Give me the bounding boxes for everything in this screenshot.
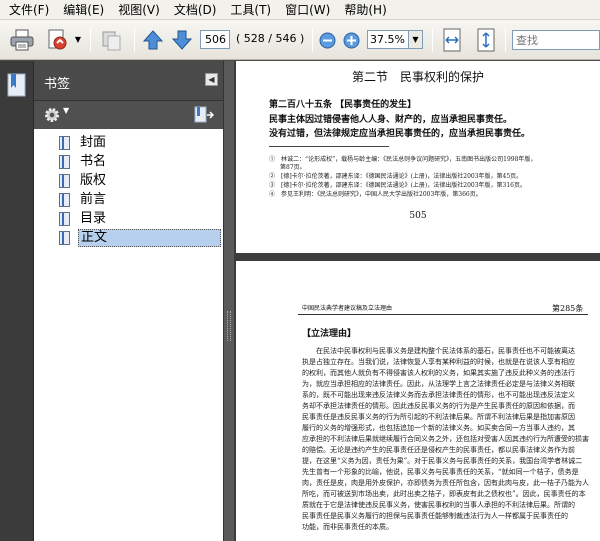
panel-splitter[interactable] (223, 61, 234, 541)
bookmark-label: 封面 (80, 135, 107, 150)
menu-window[interactable]: 窗口(W) (278, 0, 337, 20)
gear-icon[interactable] (44, 107, 60, 123)
subheading: 【立法理由】 (302, 329, 357, 339)
menu-help[interactable]: 帮助(H) (337, 0, 393, 20)
bookmark-icon (59, 155, 70, 169)
footnote: ③ [德]卡尔·拉伦茨著，邵建东译：《德国民法通论》(上册)，法律出版社2003… (269, 182, 526, 189)
document-page: 第二节 民事权利的保护 第二百八十五条 【民事责任的发生】 民事主体因过错侵害他… (236, 61, 600, 253)
fit-page-icon[interactable] (474, 27, 498, 53)
next-page-icon[interactable] (170, 28, 194, 52)
running-header: 中国民法典学者建议稿及立法理由 (302, 305, 393, 312)
previous-page-icon[interactable] (141, 28, 165, 52)
body-line: 民事责任是违反民事义务的行为所引起的不利法律后果。所谓不利法律后果是指加害原因 (302, 413, 575, 421)
body-line: 功能，而非民事责任的本质。 (302, 523, 393, 531)
bookmark-item-selected[interactable]: 正文 (59, 229, 221, 247)
print-icon[interactable] (8, 26, 36, 54)
bookmark-item[interactable]: 目录 (59, 210, 221, 228)
bookmark-label: 书名 (80, 154, 107, 169)
bookmark-icon (59, 174, 70, 188)
bookmark-item[interactable]: 前言 (59, 191, 221, 209)
section-title: 第二节 民事权利的保护 (351, 70, 484, 84)
search-input[interactable] (512, 30, 600, 50)
menu-document[interactable]: 文档(D) (167, 0, 224, 20)
bookmark-item[interactable]: 封面 (59, 134, 221, 152)
body-line: 的权利，而其他人就负有不得侵害该人权利的义务，如果其实施了违反此种义务的违法行 (302, 369, 575, 377)
bookmark-label: 正文 (78, 229, 221, 247)
page-number-input[interactable] (200, 30, 230, 49)
body-line: 履行的义务的增强形式，也包括追加一个新的法律义务。如买卖合同一方当事人违约，其 (302, 424, 575, 432)
body-line: 系的，既不可能出现来违反法律义务而去承担法律责任的情形，也不可能出现违反法定义 (302, 391, 575, 399)
zoom-level-input[interactable] (367, 30, 409, 49)
footnote: ① 林诚二：“论形成权”，载杨与龄主编：《民法总则争议问题研究》，五南图书出版公… (269, 156, 537, 163)
body-line: 民事责任是民事义务履行的担保与民事责任能够制裁违法行为人一样都属于民事责任的 (302, 512, 568, 520)
menu-tools[interactable]: 工具(T) (223, 0, 278, 20)
zoom-out-icon[interactable] (318, 31, 336, 49)
body-line: 的赔偿。无论是违约产生的民事责任还是侵权产生的民事责任，都以民事法律义务作为前 (302, 446, 575, 454)
bookmark-list: 封面 书名 版权 前言 目录 正文 (34, 129, 223, 541)
toolbar-separator (90, 28, 91, 52)
panel-header: 书签 ◀ (34, 61, 223, 101)
bookmark-icon (59, 212, 70, 226)
collaborate-icon[interactable] (98, 26, 126, 54)
article-number: 第285条 (552, 304, 584, 313)
document-page: 中国民法典学者建议稿及立法理由 第285条 【立法理由】 在民法中民事权利与民事… (236, 261, 600, 541)
bookmark-label: 版权 (80, 173, 107, 188)
splitter-grip[interactable] (227, 311, 231, 341)
page-count: ( 528 / 546 ) (236, 32, 305, 45)
footnote: ② [德]卡尔·拉伦茨著，邵建东译：《德国民法通论》(上册)，法律出版社2003… (269, 173, 523, 180)
bookmark-icon (59, 193, 70, 207)
bookmark-icon (59, 136, 70, 150)
zoom-in-icon[interactable] (342, 31, 360, 49)
article-heading: 第二百八十五条 【民事责任的发生】 (269, 100, 417, 110)
toolbar-separator (432, 28, 433, 52)
footnote: 第87页。 (280, 164, 306, 171)
toolbar-separator (505, 28, 506, 52)
bookmarks-panel: 书签 ◀ ▼ 封面 书名 版权 前言 目录 正文 (34, 61, 223, 541)
bookmarks-panel-icon[interactable] (7, 73, 27, 97)
panel-title: 书签 (44, 77, 71, 92)
body-line: 质就在于它是法律使违反民事义务，使害民事权利的当事人承担的不利法律后果。所谓的 (302, 501, 575, 509)
bookmark-icon (59, 231, 70, 245)
body-line: 提，在这里“义务为因，责任为果”。对于民事义务与民事责任的关系，我国台湾学者林诚… (302, 457, 583, 465)
menu-edit[interactable]: 编辑(E) (56, 0, 111, 20)
body-line: 所吃，而可被送到市场出卖，此时出卖之桔子，即表皮有此之债权也”。因此，民事责任的… (302, 490, 586, 498)
body-line: 应承担的不利法律后果就继续履行合同义务之外，还包括对受害人因其违约行为所遭受的损… (302, 435, 589, 443)
expand-bookmark-icon[interactable] (194, 106, 215, 124)
article-text: 民事主体因过错侵害他人人身、财产的，应当承担民事责任。 (269, 115, 513, 125)
fit-width-icon[interactable] (440, 27, 464, 53)
menu-file[interactable]: 文件(F) (2, 0, 56, 20)
body-line: 先生曾有一个形象的比喻，他说，民事义务与民事责任的关系，“就如同一个桔子，债务是 (302, 468, 579, 476)
body-line: 务却不承担法律责任的情形。因此违反民事义务的行为是产生民事责任的原因和依据，而 (302, 402, 575, 410)
toolbar-separator (312, 28, 313, 52)
chevron-down-icon[interactable]: ▼ (73, 32, 83, 46)
document-view[interactable]: 第二节 民事权利的保护 第二百八十五条 【民事责任的发生】 民事主体因过错侵害他… (234, 61, 600, 541)
navigation-strip (0, 61, 34, 541)
chevron-down-icon[interactable]: ▼ (409, 30, 423, 49)
bookmark-label: 目录 (80, 211, 107, 226)
toolbar: ▼ ( 528 / 546 ) ▼ (0, 20, 600, 60)
header-rule (298, 314, 588, 315)
bookmark-item[interactable]: 版权 (59, 172, 221, 190)
body-line: 为，就应当承担相应的法律责任。因此，从法理学上言之法律责任必定是与法律义务相联 (302, 380, 575, 388)
panel-toolbar: ▼ (34, 101, 223, 129)
article-text: 没有过错，但法律规定应当承担民事责任的，应当承担民事责任。 (269, 129, 531, 139)
page-number: 505 (409, 211, 427, 221)
chevron-down-icon[interactable]: ▼ (63, 106, 69, 115)
menu-bar: 文件(F) 编辑(E) 视图(V) 文档(D) 工具(T) 窗口(W) 帮助(H… (0, 0, 600, 20)
body-line: 肉，责任是皮，肉是用外皮保护，亦即债务为责任所包含，因有此肉与皮，此一桔子乃能为… (302, 479, 589, 487)
bookmark-label: 前言 (80, 192, 107, 207)
create-pdf-icon[interactable] (44, 26, 72, 54)
footnote: ④ 参见王利明：《民法总则研究》，中国人民大学出版社2003年版，第366页。 (269, 191, 482, 198)
footnote-rule (269, 146, 389, 147)
collapse-panel-icon[interactable]: ◀ (205, 73, 218, 86)
toolbar-separator (134, 28, 135, 52)
bookmark-item[interactable]: 书名 (59, 153, 221, 171)
body-line: 在民法中民事权利与民事义务是建构整个民法体系的基石，民事责任也不可能被离达 (302, 347, 575, 355)
menu-view[interactable]: 视图(V) (111, 0, 167, 20)
body-line: 执是占独立存在。当我们说，法律恢复人享有某种利益的时候，也就是在说该人享有相应 (302, 358, 575, 366)
